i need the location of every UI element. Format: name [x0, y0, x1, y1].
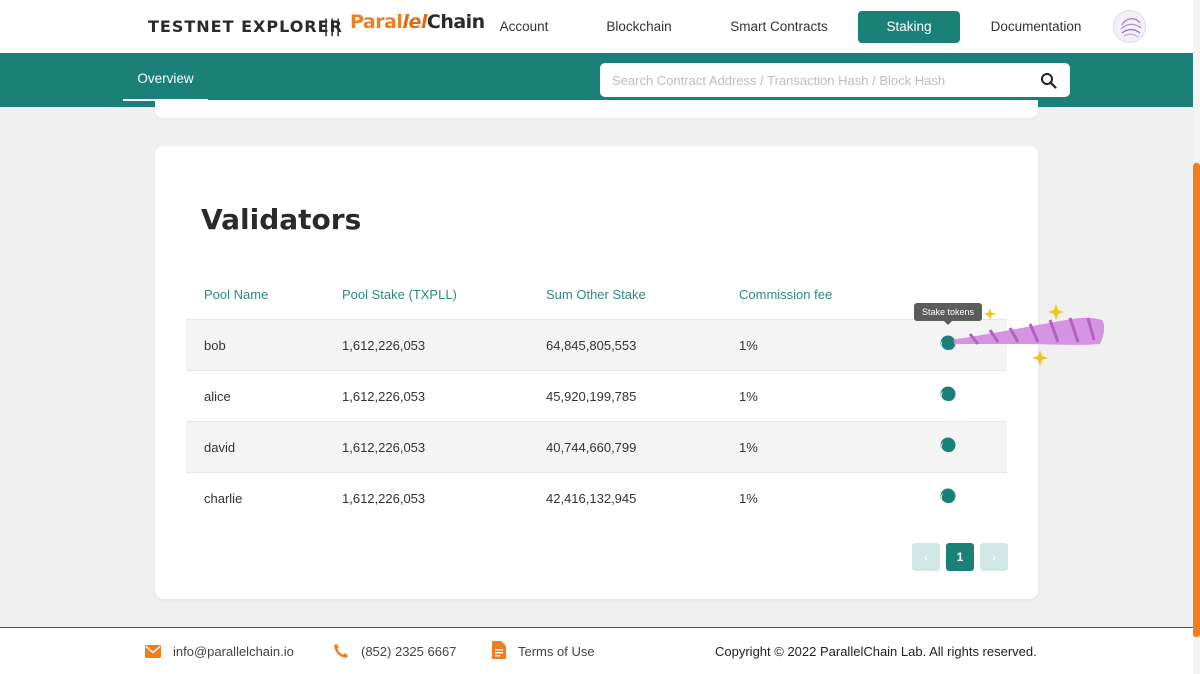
nav-account[interactable]: Account [486, 11, 562, 43]
other-stake: 42,416,132,945 [546, 491, 637, 506]
validators-title: Validators [201, 203, 362, 236]
pool-stake: 1,612,226,053 [342, 440, 426, 455]
commission-fee: 1% [739, 440, 758, 455]
phone-icon [334, 644, 348, 658]
sub-nav: Overview [0, 53, 1193, 107]
footer-copyright: Copyright © 2022 ParallelChain Lab. All … [715, 644, 1037, 659]
top-nav: TESTNET EXPLORER ||| ParallelChain Accou… [0, 0, 1193, 53]
user-avatar[interactable] [1113, 10, 1146, 43]
search-icon[interactable] [1040, 72, 1057, 89]
column-pool-stake: Pool Stake (TXPLL) [342, 287, 457, 302]
tab-overview[interactable]: Overview [123, 53, 208, 101]
search-input[interactable] [600, 63, 1070, 97]
footer-email-link[interactable]: info@parallelchain.io [173, 644, 294, 659]
other-stake: 64,845,805,553 [546, 338, 637, 353]
table-row: bob 1,612,226,053 64,845,805,553 1% [186, 319, 1007, 370]
validators-card: Validators Pool Name Pool Stake (TXPLL) … [155, 146, 1038, 599]
mail-icon [145, 645, 161, 658]
nav-smart-contracts[interactable]: Smart Contracts [722, 11, 836, 43]
stake-tokens-icon[interactable] [939, 385, 957, 403]
pool-name: bob [204, 338, 226, 353]
pagination-page-1[interactable]: 1 [946, 543, 974, 571]
other-stake: 45,920,199,785 [546, 389, 637, 404]
cursor-sparkle-trail [942, 304, 1105, 366]
brand-title[interactable]: TESTNET EXPLORER [148, 17, 343, 36]
nav-blockchain[interactable]: Blockchain [598, 11, 680, 43]
footer-terms-link[interactable]: Terms of Use [518, 644, 595, 659]
scrollbar-thumb[interactable] [1193, 163, 1200, 637]
column-commission-fee: Commission fee [739, 287, 833, 302]
pool-name: charlie [204, 491, 243, 506]
pool-name: alice [204, 389, 231, 404]
nav-staking[interactable]: Staking [858, 11, 960, 43]
commission-fee: 1% [739, 389, 758, 404]
stake-tokens-icon[interactable] [939, 436, 957, 454]
column-sum-other-stake: Sum Other Stake [546, 287, 646, 302]
commission-fee: 1% [739, 338, 758, 353]
pool-stake: 1,612,226,053 [342, 389, 426, 404]
other-stake: 40,744,660,799 [546, 440, 637, 455]
avatar-swirl-icon [1120, 18, 1142, 38]
nav-documentation[interactable]: Documentation [983, 11, 1089, 43]
table-row: charlie 1,612,226,053 42,416,132,945 1% [186, 472, 1007, 523]
parallelchain-logo[interactable]: ParallelChain [350, 11, 485, 33]
brand-separator: ||| [323, 16, 342, 37]
table-row: david 1,612,226,053 40,744,660,799 1% [186, 421, 1007, 472]
footer: info@parallelchain.io (852) 2325 6667 Te… [0, 627, 1193, 674]
column-pool-name: Pool Name [204, 287, 269, 302]
previous-card [155, 100, 1038, 118]
footer-phone: (852) 2325 6667 [361, 644, 457, 659]
pool-stake: 1,612,226,053 [342, 491, 426, 506]
document-icon [492, 641, 506, 659]
stake-tokens-icon[interactable] [939, 487, 957, 505]
pool-name: david [204, 440, 236, 455]
pool-stake: 1,612,226,053 [342, 338, 426, 353]
table-row: alice 1,612,226,053 45,920,199,785 1% [186, 370, 1007, 421]
pagination-prev-button[interactable]: ‹ [912, 543, 940, 571]
pagination-next-button[interactable]: › [980, 543, 1008, 571]
commission-fee: 1% [739, 491, 758, 506]
